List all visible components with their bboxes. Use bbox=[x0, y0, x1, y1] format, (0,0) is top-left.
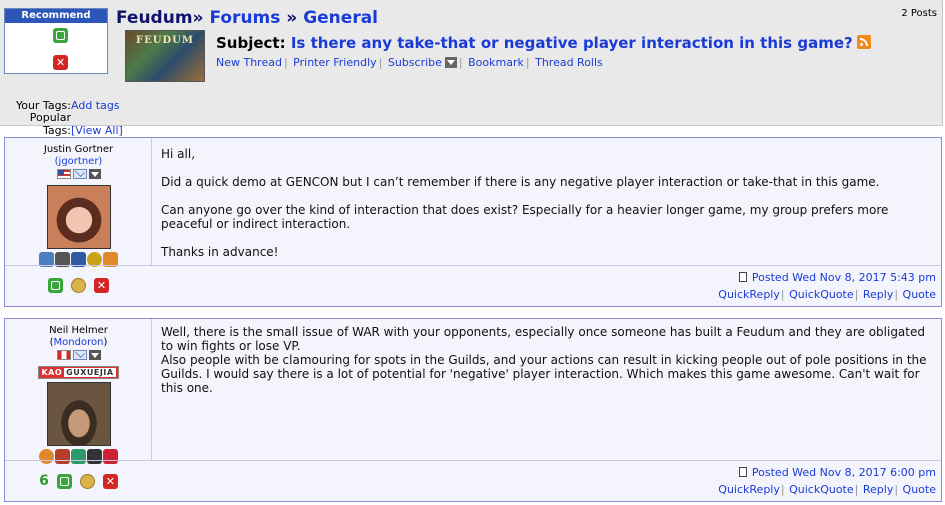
quick-quote-link[interactable]: QuickQuote bbox=[789, 288, 854, 301]
dropdown-icon[interactable] bbox=[88, 169, 101, 179]
document-icon bbox=[738, 467, 747, 477]
us-flag-icon bbox=[56, 169, 71, 179]
bookmark-link[interactable]: Bookmark bbox=[468, 56, 524, 69]
tip-coin-icon[interactable] bbox=[71, 278, 86, 293]
quote-link[interactable]: Quote bbox=[903, 288, 936, 301]
post-body: Hi all, Did a quick demo at GENCON but I… bbox=[161, 147, 933, 259]
breadcrumb-game[interactable]: Feudum bbox=[116, 8, 193, 28]
recommend-box: Recommend ✕ bbox=[4, 8, 108, 74]
post-timestamp: Posted Wed Nov 8, 2017 6:00 pm bbox=[738, 466, 936, 479]
breadcrumb-sep: » bbox=[286, 8, 298, 28]
thumbs-down-icon[interactable]: ✕ bbox=[53, 55, 68, 70]
canada-flag-icon bbox=[56, 350, 71, 360]
post-paragraph: Can anyone go over the kind of interacti… bbox=[161, 203, 889, 231]
breadcrumb-general[interactable]: General bbox=[303, 8, 378, 28]
post-actions: QuickReply| QuickQuote| Reply| Quote bbox=[718, 483, 936, 496]
tip-coin-icon[interactable] bbox=[79, 473, 95, 489]
post-body: Well, there is the small issue of WAR wi… bbox=[161, 325, 933, 395]
author-flags bbox=[5, 350, 152, 362]
subject-title[interactable]: Is there any take-that or negative playe… bbox=[291, 34, 853, 52]
author-flags bbox=[5, 169, 152, 181]
popular-tags-label: Popular Tags: bbox=[29, 111, 71, 137]
post-footer: ✕ Posted Wed Nov 8, 2017 5:43 pm QuickRe… bbox=[5, 265, 941, 307]
thumbs-up-icon[interactable] bbox=[53, 28, 68, 43]
avatar[interactable] bbox=[46, 382, 111, 446]
posted-link[interactable]: Posted Wed Nov 8, 2017 5:43 pm bbox=[752, 271, 936, 284]
mail-icon[interactable] bbox=[72, 169, 87, 179]
recommend-title: Recommend bbox=[5, 9, 107, 23]
printer-friendly-link[interactable]: Printer Friendly bbox=[293, 56, 376, 69]
subscribe-dropdown-icon[interactable] bbox=[444, 57, 457, 68]
quick-reply-link[interactable]: QuickReply bbox=[718, 288, 780, 301]
breadcrumb-sep: » bbox=[192, 8, 204, 28]
thumbs-up-icon[interactable] bbox=[48, 278, 63, 293]
thread-header: Recommend ✕ Feudum» Forums » General 2 P… bbox=[0, 0, 943, 137]
posted-link[interactable]: Posted Wed Nov 8, 2017 6:00 pm bbox=[752, 466, 936, 479]
quote-link[interactable]: Quote bbox=[903, 483, 936, 496]
quick-reply-link[interactable]: QuickReply bbox=[718, 483, 780, 496]
thread-subject: Subject: Is there any take-that or negat… bbox=[216, 34, 871, 52]
post-footer: 6 ✕ Posted Wed Nov 8, 2017 6:00 pm Quick… bbox=[5, 460, 941, 502]
post-paragraph: Did a quick demo at GENCON but I can’t r… bbox=[161, 175, 880, 189]
thread-links: New Thread | Printer Friendly | Subscribe |… bbox=[216, 56, 603, 69]
reply-link[interactable]: Reply bbox=[863, 483, 893, 496]
subject-label: Subject: bbox=[216, 34, 286, 52]
author-name: Neil Helmer bbox=[49, 325, 108, 336]
view-all-tags-link[interactable]: [View All] bbox=[71, 124, 123, 137]
game-thumbnail[interactable]: FEUDUM bbox=[125, 30, 205, 82]
post-paragraph: Well, there is the small issue of WAR wi… bbox=[161, 325, 925, 353]
subscribe-link[interactable]: Subscribe bbox=[388, 56, 442, 69]
post-rating: 6 ✕ bbox=[5, 473, 152, 489]
post-paragraph: Thanks in advance! bbox=[161, 245, 279, 259]
popular-tags: Popular Tags:[View All] bbox=[0, 111, 123, 137]
thread-rolls-link[interactable]: Thread Rolls bbox=[535, 56, 603, 69]
author-username[interactable]: (jgortner) bbox=[55, 156, 103, 167]
post-rating: ✕ bbox=[5, 278, 152, 293]
new-thread-link[interactable]: New Thread bbox=[216, 56, 282, 69]
thumbs-down-icon[interactable]: ✕ bbox=[102, 473, 118, 489]
badge-text: KAO bbox=[41, 368, 63, 377]
badge-subtext: GUXUEJIA bbox=[64, 368, 116, 377]
author-column: Neil Helmer (Mondoron) KAO GUXUEJIA bbox=[5, 319, 152, 464]
mail-icon[interactable] bbox=[72, 350, 87, 360]
thumbs-count: 6 bbox=[39, 473, 49, 489]
post-actions: QuickReply| QuickQuote| Reply| Quote bbox=[718, 288, 936, 301]
author-username[interactable]: Mondoron bbox=[54, 337, 104, 348]
post-paragraph: Also people with be clamouring for spots… bbox=[161, 353, 927, 395]
posts-count: 2 Posts bbox=[901, 8, 937, 19]
reply-link[interactable]: Reply bbox=[863, 288, 893, 301]
document-icon bbox=[738, 272, 747, 282]
author-info: Neil Helmer (Mondoron) KAO GUXUEJIA bbox=[5, 319, 152, 465]
rss-icon[interactable] bbox=[856, 35, 871, 49]
author-name: Justin Gortner bbox=[43, 144, 114, 155]
author-column: Justin Gortner (jgortner) bbox=[5, 138, 152, 268]
post: Neil Helmer (Mondoron) KAO GUXUEJIA Well,… bbox=[4, 318, 942, 502]
user-title-badge[interactable]: KAO GUXUEJIA bbox=[38, 366, 119, 379]
post: Justin Gortner (jgortner) Hi all, Did a … bbox=[4, 137, 942, 307]
post-paragraph: Hi all, bbox=[161, 147, 196, 161]
thumbs-down-icon[interactable]: ✕ bbox=[94, 278, 109, 293]
avatar[interactable] bbox=[46, 185, 111, 249]
breadcrumb: Feudum» Forums » General bbox=[116, 8, 378, 28]
breadcrumb-forums[interactable]: Forums bbox=[209, 8, 280, 28]
thumbs-up-icon[interactable] bbox=[56, 473, 72, 489]
game-thumbnail-title: FEUDUM bbox=[136, 35, 194, 46]
quick-quote-link[interactable]: QuickQuote bbox=[789, 483, 854, 496]
dropdown-icon[interactable] bbox=[88, 350, 101, 360]
author-info: Justin Gortner (jgortner) bbox=[5, 138, 152, 268]
post-timestamp: Posted Wed Nov 8, 2017 5:43 pm bbox=[738, 271, 936, 284]
